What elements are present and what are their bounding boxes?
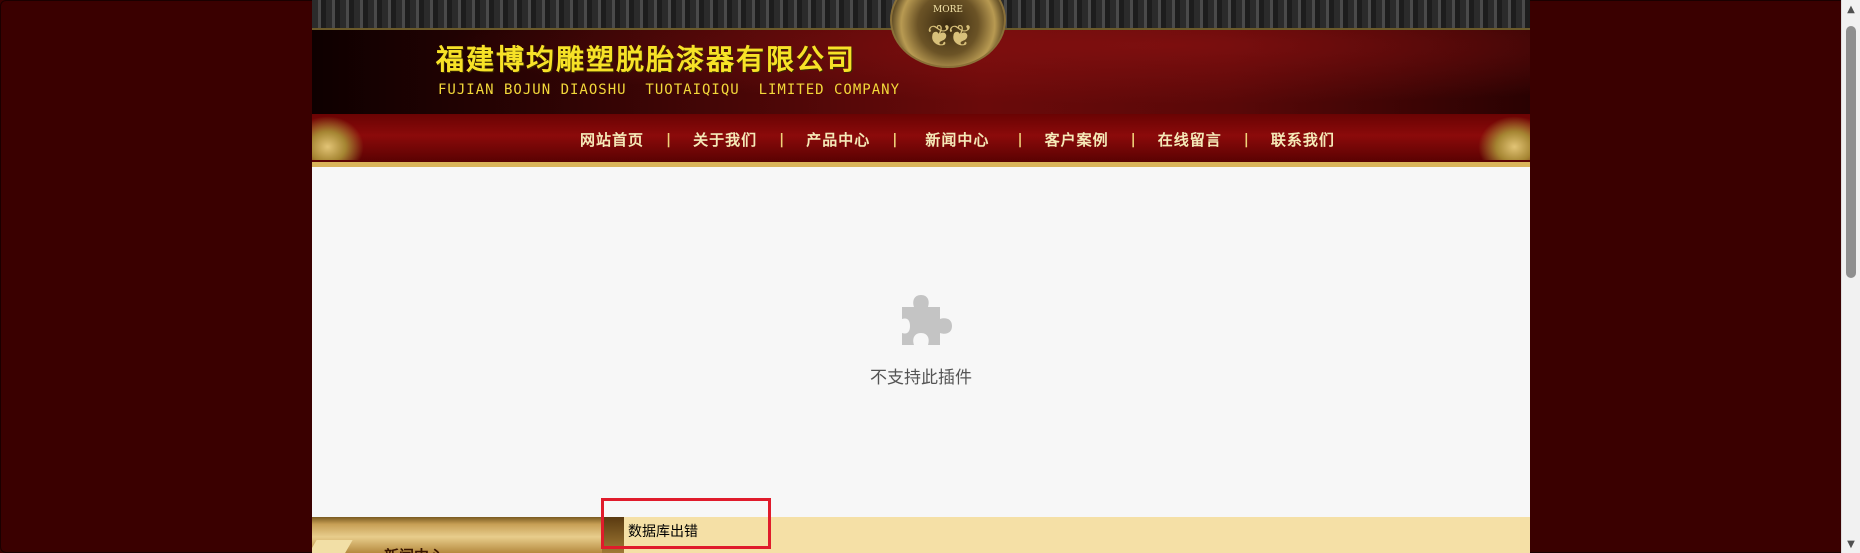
- content-bar: [624, 517, 1530, 553]
- puzzle-piece-icon: [902, 295, 952, 345]
- nav-item-home[interactable]: 网站首页: [568, 129, 656, 150]
- company-title-english: FUJIAN BOJUN DIAOSHU TUOTAIQIQU LIMITED …: [438, 82, 901, 98]
- nav-item-contact[interactable]: 联系我们: [1259, 129, 1347, 150]
- nav-separator: |: [779, 131, 785, 148]
- nav-item-cases[interactable]: 客户案例: [1033, 129, 1121, 150]
- scrollbar-thumb[interactable]: [1846, 26, 1856, 278]
- crest-text: MORE: [933, 5, 963, 15]
- nav-separator: |: [666, 131, 672, 148]
- unsupported-plugin-area: 不支持此插件: [312, 167, 1530, 517]
- scroll-up-arrow-icon[interactable]: ▲: [1842, 0, 1860, 18]
- company-title-chinese: 福建博均雕塑脱胎漆器有限公司: [436, 43, 857, 76]
- database-error-message: 数据库出错: [628, 524, 698, 540]
- scroll-down-arrow-icon[interactable]: ▼: [1842, 535, 1860, 553]
- website-page: MORE ❦❦ 福建博均雕塑脱胎漆器有限公司 FUJIAN BOJUN DIAO…: [312, 0, 1530, 553]
- nav-item-about[interactable]: 关于我们: [681, 129, 769, 150]
- news-section-title: 新闻中心: [384, 545, 444, 553]
- nav-ornament-right-icon: [1478, 116, 1530, 160]
- nav-item-messages[interactable]: 在线留言: [1146, 129, 1234, 150]
- crest-ornament-icon: ❦❦: [926, 19, 973, 54]
- nav-separator: |: [892, 131, 898, 148]
- site-header: MORE ❦❦ 福建博均雕塑脱胎漆器有限公司 FUJIAN BOJUN DIAO…: [312, 0, 1530, 114]
- nav-ornament-left-icon: [312, 116, 364, 160]
- nav-item-news[interactable]: 新闻中心: [907, 129, 1007, 150]
- section-divider: [602, 517, 624, 553]
- nav-separator: |: [1243, 131, 1249, 148]
- crest-logo[interactable]: MORE ❦❦: [890, 0, 1006, 68]
- plugin-unsupported-message: 不支持此插件: [870, 368, 972, 388]
- nav-separator: |: [1130, 131, 1136, 148]
- news-section-header: [312, 517, 612, 553]
- main-navigation: 网站首页 | 关于我们 | 产品中心 | 新闻中心 | 客户案例 | 在线留言 …: [312, 114, 1530, 167]
- nav-list: 网站首页 | 关于我们 | 产品中心 | 新闻中心 | 客户案例 | 在线留言 …: [568, 129, 1347, 150]
- vertical-scrollbar[interactable]: ▲ ▼: [1841, 0, 1860, 553]
- nav-item-products[interactable]: 产品中心: [794, 129, 882, 150]
- nav-separator: |: [1017, 131, 1023, 148]
